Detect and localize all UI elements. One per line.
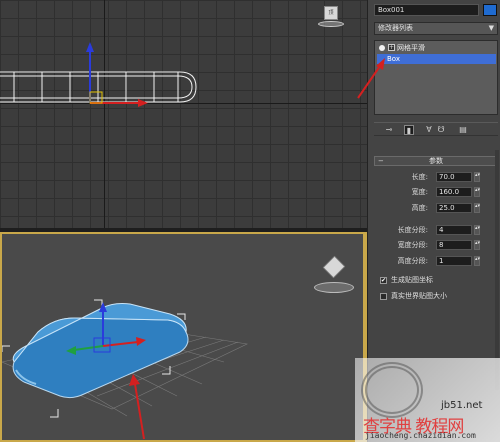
watermark-url: jiaocheng.chazidian.com [365, 431, 476, 440]
pin-stack-icon[interactable]: ⊸ [384, 125, 394, 135]
make-unique-icon[interactable]: ∀ [424, 125, 434, 135]
param-width-label: 宽度: [411, 188, 428, 196]
watermark: jb51.net 查字典 教程网 jiaocheng.chazidian.com [355, 358, 500, 442]
gen-mapping-label: 生成贴图坐标 [391, 276, 433, 284]
param-height-segs-label: 高度分段: [397, 257, 428, 265]
panel-scrollbar[interactable] [495, 150, 499, 390]
viewcube-persp-icon[interactable] [312, 255, 356, 296]
top-view-scene [0, 42, 197, 107]
param-height-spinner[interactable]: ▴▾ [474, 203, 480, 213]
configure-modifier-sets-icon[interactable]: ▤ [458, 125, 468, 135]
remove-modifier-icon[interactable]: ☋ [436, 125, 446, 135]
stack-toolbar: ⊸ ▮ ∀ ☋ ▤ [374, 122, 498, 136]
stack-item-modifier-label: 网格平滑 [397, 44, 425, 52]
show-end-result-icon[interactable]: ▮ [404, 125, 414, 135]
param-height-label: 高度: [411, 204, 428, 212]
collapse-icon[interactable]: − [378, 157, 384, 165]
check-real-world-map-size[interactable]: 真实世界贴图大小 [380, 291, 490, 302]
annotation-arrow-mesh [129, 374, 145, 440]
param-length-segs-spinner[interactable]: ▴▾ [474, 225, 480, 235]
param-height-segs: 高度分段: 1 ▴▾ [374, 256, 498, 267]
param-width: 宽度: 160.0 ▴▾ [374, 187, 498, 198]
modifier-list-label: 修改器列表 [378, 24, 413, 32]
viewcube-ring[interactable] [318, 21, 344, 27]
real-world-checkbox[interactable] [380, 293, 387, 300]
real-world-label: 真实世界贴图大小 [391, 292, 447, 300]
param-height-segs-spinner[interactable]: ▴▾ [474, 256, 480, 266]
modifier-list-dropdown[interactable]: 修改器列表 ▼ [374, 22, 498, 35]
viewcube-persp-ring[interactable] [314, 282, 354, 293]
parameters-title: 参数 [429, 157, 443, 165]
smoothed-box-mesh [12, 303, 189, 399]
param-length-input[interactable]: 70.0 [436, 172, 472, 182]
top-viewport[interactable]: 顶 [0, 0, 367, 228]
param-height: 高度: 25.0 ▴▾ [374, 203, 498, 214]
move-gizmo-top [86, 42, 148, 107]
stack-item-base-object[interactable]: Box [377, 54, 496, 64]
param-width-segs: 宽度分段: 8 ▴▾ [374, 240, 498, 251]
watermark-site: jb51.net [441, 400, 483, 411]
object-name-field[interactable]: Box001 [374, 4, 479, 16]
param-width-input[interactable]: 160.0 [436, 187, 472, 197]
perspective-viewport[interactable] [0, 232, 367, 442]
param-width-spinner[interactable]: ▴▾ [474, 187, 480, 197]
check-gen-mapping-coords[interactable]: ✔ 生成贴图坐标 [380, 275, 490, 286]
watermark-swirl-icon [361, 362, 423, 418]
perspective-scene [2, 299, 248, 440]
param-length-label: 长度: [411, 173, 428, 181]
param-height-segs-input[interactable]: 1 [436, 256, 472, 266]
param-length-segs-label: 长度分段: [397, 226, 428, 234]
param-length-segs-input[interactable]: 4 [436, 225, 472, 235]
stack-item-modifier[interactable]: + 网格平滑 [377, 43, 496, 53]
param-length-spinner[interactable]: ▴▾ [474, 172, 480, 182]
viewcube-face[interactable]: 顶 [324, 6, 338, 20]
viewcube-icon[interactable]: 顶 [318, 4, 344, 28]
param-width-segs-input[interactable]: 8 [436, 240, 472, 250]
param-width-segs-spinner[interactable]: ▴▾ [474, 240, 480, 250]
viewcube-persp-face[interactable] [322, 255, 346, 279]
param-width-segs-label: 宽度分段: [397, 241, 428, 249]
annotation-arrow-stack [357, 58, 385, 99]
param-length: 长度: 70.0 ▴▾ [374, 172, 498, 183]
param-length-segs: 长度分段: 4 ▴▾ [374, 225, 498, 236]
param-height-input[interactable]: 25.0 [436, 203, 472, 213]
chevron-down-icon: ▼ [488, 24, 494, 32]
gen-mapping-checkbox[interactable]: ✔ [380, 277, 387, 284]
parameters-rollout-header[interactable]: − 参数 [374, 156, 498, 166]
box-wireframe-top [0, 71, 197, 103]
object-color-swatch[interactable] [483, 4, 497, 16]
